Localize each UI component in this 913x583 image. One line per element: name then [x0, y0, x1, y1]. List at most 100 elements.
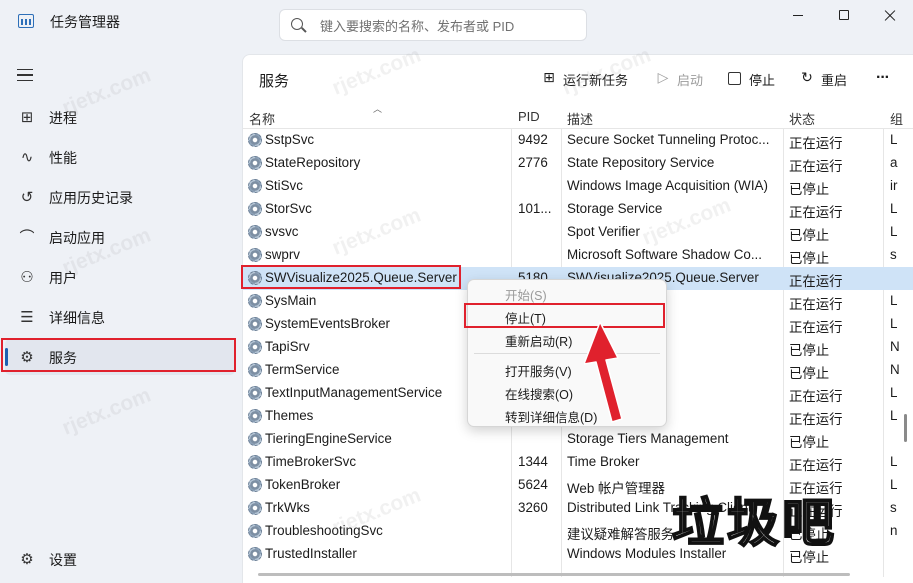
minimize-icon — [793, 15, 803, 16]
group-cell: L — [890, 408, 898, 423]
table-row[interactable]: StorSvc 101... Storage Service 正在运行 L — [243, 198, 913, 221]
search-input[interactable] — [320, 16, 570, 36]
group-cell: L — [890, 385, 898, 400]
table-row[interactable]: SstpSvc 9492 Secure Socket Tunneling Proto… — [243, 129, 913, 152]
red-arrow-annotation — [584, 321, 623, 423]
group-cell: N — [890, 362, 900, 377]
sidebar-item-users[interactable]: ⚇ 用户 — [5, 259, 235, 295]
pid-cell: 9492 — [518, 132, 548, 147]
startup-apps-icon: ⌒ — [19, 228, 35, 246]
service-name-cell: StiSvc — [265, 178, 303, 193]
menu-item-start[interactable]: 开始(S) — [472, 282, 662, 304]
run-new-task-label: 运行新任务 — [563, 73, 629, 88]
service-gear-icon — [248, 432, 262, 446]
vertical-scrollbar[interactable] — [904, 414, 907, 442]
search-icon — [291, 18, 303, 30]
page-title: 服务 — [259, 73, 290, 90]
status-cell: 已停止 — [789, 251, 830, 266]
sidebar-item-label: 设置 — [49, 552, 77, 568]
status-cell: 正在运行 — [789, 297, 843, 312]
group-cell: L — [890, 201, 898, 216]
menu-item-label: 打开服务(V) — [505, 365, 572, 379]
users-icon: ⚇ — [20, 268, 34, 286]
sidebar-item-app-history[interactable]: ↺ 应用历史记录 — [5, 179, 235, 215]
hamburger-menu-icon[interactable] — [17, 69, 33, 81]
menu-item-label: 在线搜索(O) — [505, 388, 574, 402]
pid-cell: 2776 — [518, 155, 548, 170]
column-header-pid[interactable]: PID — [518, 109, 540, 124]
column-header-status[interactable]: 状态 — [789, 109, 815, 128]
status-cell: 正在运行 — [789, 320, 843, 335]
horizontal-scrollbar[interactable] — [258, 573, 850, 576]
sidebar-item-label: 详细信息 — [49, 310, 105, 326]
highlight-box-services-nav — [1, 338, 236, 372]
pid-cell: 101... — [518, 201, 552, 216]
status-cell: 正在运行 — [789, 458, 843, 473]
sidebar-item-settings[interactable]: ⚙ 设置 — [5, 541, 235, 577]
table-row[interactable]: StateRepository 2776 State Repository Serv… — [243, 152, 913, 175]
sidebar-item-details[interactable]: ☰ 详细信息 — [5, 299, 235, 335]
more-options-icon[interactable]: ··· — [876, 69, 890, 87]
group-cell: L — [890, 132, 898, 147]
app-history-icon: ↺ — [20, 188, 34, 206]
group-cell: s — [890, 247, 897, 262]
description-cell: Storage Service — [567, 201, 663, 216]
service-gear-icon — [248, 179, 262, 193]
sidebar-item-performance[interactable]: ∿ 性能 — [5, 139, 235, 175]
table-row[interactable]: svsvc Spot Verifier 已停止 L — [243, 221, 913, 244]
sidebar-item-startup-apps[interactable]: ⌒ 启动应用 — [5, 219, 235, 255]
stop-icon — [727, 70, 743, 86]
column-header-name[interactable]: 名称 — [249, 109, 275, 128]
performance-icon: ∿ — [20, 148, 34, 166]
status-cell: 正在运行 — [789, 274, 843, 289]
description-cell: Secure Socket Tunneling Protoc... — [567, 132, 770, 147]
task-manager-icon — [18, 14, 34, 28]
service-gear-icon — [248, 317, 262, 331]
status-cell: 正在运行 — [789, 389, 843, 404]
group-cell: L — [890, 316, 898, 331]
menu-item-label: 开始(S) — [505, 289, 547, 303]
service-gear-icon — [248, 294, 262, 308]
service-gear-icon — [248, 386, 262, 400]
table-header: 名称 ︿ PID 描述 状态 组 — [243, 104, 913, 129]
pid-cell: 1344 — [518, 454, 548, 469]
description-cell: State Repository Service — [567, 155, 715, 170]
column-header-description[interactable]: 描述 — [567, 109, 593, 128]
table-row[interactable]: TimeBrokerSvc 1344 Time Broker 正在运行 L — [243, 451, 913, 474]
description-cell: Spot Verifier — [567, 224, 640, 239]
close-icon — [884, 9, 896, 21]
service-gear-icon — [248, 409, 262, 423]
sort-ascending-icon: ︿ — [373, 104, 383, 114]
table-row[interactable]: swprv Microsoft Software Shadow Co... 已停止 s — [243, 244, 913, 267]
column-header-group[interactable]: 组 — [890, 109, 903, 128]
close-button[interactable] — [867, 0, 913, 32]
group-cell: n — [890, 523, 898, 538]
maximize-button[interactable] — [821, 0, 867, 32]
table-row[interactable]: StiSvc Windows Image Acquisition (WIA) 已停止… — [243, 175, 913, 198]
group-cell: L — [890, 293, 898, 308]
menu-item-label: 重新启动(R) — [505, 335, 573, 349]
service-gear-icon — [248, 340, 262, 354]
table-row[interactable]: TieringEngineService Storage Tiers Manage… — [243, 428, 913, 451]
search-box[interactable] — [279, 9, 587, 41]
app-title: 任务管理器 — [50, 14, 120, 30]
status-cell: 已停止 — [789, 366, 830, 381]
service-name-cell: StateRepository — [265, 155, 361, 170]
description-cell: Microsoft Software Shadow Co... — [567, 247, 762, 262]
status-cell: 正在运行 — [789, 159, 843, 174]
sidebar-item-processes[interactable]: ⊞ 进程 — [5, 99, 235, 135]
service-gear-icon — [248, 547, 262, 561]
status-cell: 正在运行 — [789, 136, 843, 151]
service-gear-icon — [248, 524, 262, 538]
service-gear-icon — [248, 455, 262, 469]
group-cell: ir — [890, 178, 898, 193]
group-cell: L — [890, 224, 898, 239]
group-cell: a — [890, 155, 898, 170]
sidebar: ⊞ 进程 ∿ 性能 ↺ 应用历史记录 ⌒ 启动应用 ⚇ 用户 ☰ 详细信息 ⚙ … — [0, 48, 240, 583]
details-icon: ☰ — [20, 308, 34, 326]
status-cell: 已停止 — [789, 343, 830, 358]
highlight-box-selected-service — [241, 265, 461, 289]
stop-label: 停止 — [749, 73, 776, 88]
group-cell: s — [890, 500, 897, 515]
minimize-button[interactable] — [775, 0, 821, 32]
